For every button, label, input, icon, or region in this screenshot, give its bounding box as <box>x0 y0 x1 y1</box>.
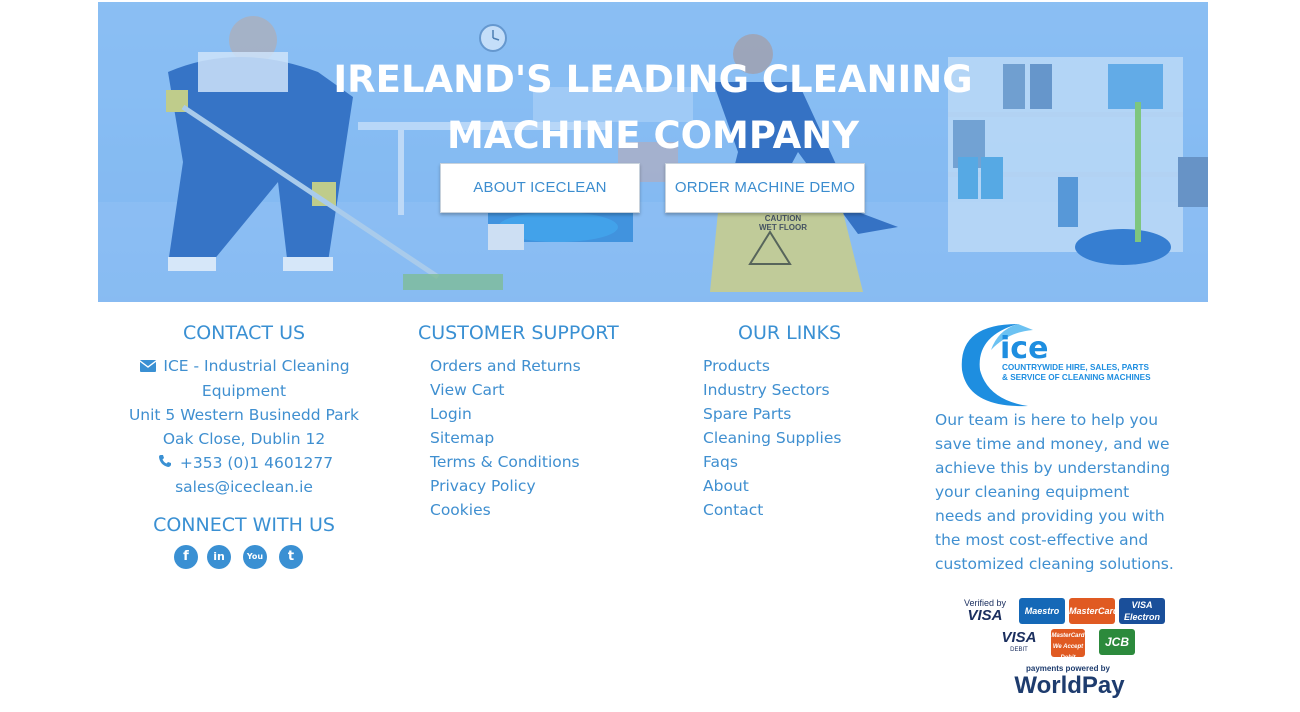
link-view-cart[interactable]: View Cart <box>430 378 650 402</box>
address-line1: Unit 5 Western Businedd Park <box>128 405 360 424</box>
link-faqs[interactable]: Faqs <box>703 450 903 474</box>
ice-logo[interactable]: ice COUNTRYWIDE HIRE, SALES, PARTS & SER… <box>958 320 1173 410</box>
hero-banner: CAUTION WET FLOOR IRELAND'S LEADING CLEA… <box>98 2 1208 302</box>
contact-info: ICE - Industrial Cleaning Equipment Unit… <box>118 354 370 499</box>
we-accept-debit-label: We Accept Debit <box>1052 644 1084 661</box>
our-links-heading: OUR LINKS <box>738 322 842 344</box>
contact-us-heading: CONTACT US <box>182 322 306 344</box>
address-line2: Oak Close, Dublin 12 <box>162 429 326 448</box>
about-iceclean-button[interactable]: ABOUT ICECLEAN <box>440 163 640 213</box>
link-products[interactable]: Products <box>703 354 903 378</box>
linkedin-icon[interactable]: in <box>207 545 231 569</box>
visa-electron-label-2: Electron <box>1123 612 1160 622</box>
envelope-icon <box>138 355 158 379</box>
mastercard-debit-label: MasterCard <box>1051 633 1085 639</box>
mastercard-debit-card: MasterCard We Accept Debit <box>1051 629 1085 661</box>
youtube-icon[interactable]: You <box>243 545 267 569</box>
hero-title: IRELAND'S LEADING CLEANING MACHINE COMPA… <box>98 52 1208 164</box>
order-machine-demo-button[interactable]: ORDER MACHINE DEMO <box>665 163 865 213</box>
link-sitemap[interactable]: Sitemap <box>430 426 650 450</box>
link-cleaning-supplies[interactable]: Cleaning Supplies <box>703 426 903 450</box>
facebook-icon[interactable]: f <box>174 545 198 569</box>
link-contact[interactable]: Contact <box>703 498 903 522</box>
visa-electron-label: VISA <box>1131 600 1153 610</box>
connect-with-us-heading: CONNECT WITH US <box>153 514 335 536</box>
visa-debit-logo: VISA <box>1001 629 1037 646</box>
social-links: f in You t <box>174 545 314 573</box>
twitter-icon[interactable]: t <box>279 545 303 569</box>
customer-support-links: Orders and Returns View Cart Login Sitem… <box>430 354 650 522</box>
email-link[interactable]: sales@iceclean.ie <box>118 475 370 499</box>
company-name-line2: Equipment <box>201 381 287 400</box>
hero-title-line2: MACHINE COMPANY <box>446 114 859 157</box>
link-login[interactable]: Login <box>430 402 650 426</box>
customer-support-heading: CUSTOMER SUPPORT <box>418 322 619 344</box>
link-industry-sectors[interactable]: Industry Sectors <box>703 378 903 402</box>
phone-number: +353 (0)1 4601277 <box>179 453 334 472</box>
link-about[interactable]: About <box>703 474 903 498</box>
phone-icon <box>155 451 175 475</box>
logo-tagline-2: & SERVICE OF CLEANING MACHINES <box>1002 373 1151 382</box>
payment-methods: Verified by VISA Maestro MasterCard VISA… <box>955 596 1167 708</box>
link-terms-conditions[interactable]: Terms & Conditions <box>430 450 650 474</box>
maestro-card: Maestro <box>1019 598 1065 624</box>
about-team-text: Our team is here to help you save time a… <box>935 411 1174 573</box>
mastercard-card: MasterCard <box>1069 598 1119 624</box>
hero-title-line1: IRELAND'S LEADING CLEANING <box>333 58 973 101</box>
company-name: ICE - Industrial Cleaning <box>163 357 350 375</box>
logo-tagline-1: COUNTRYWIDE HIRE, SALES, PARTS <box>1002 363 1149 372</box>
link-privacy-policy[interactable]: Privacy Policy <box>430 474 650 498</box>
visa-debit-label: DEBIT <box>1010 647 1028 653</box>
our-links: Products Industry Sectors Spare Parts Cl… <box>703 354 903 522</box>
visa-electron-card: VISA Electron <box>1119 598 1165 624</box>
worldpay-logo: WorldPay <box>1014 672 1125 699</box>
link-orders-returns[interactable]: Orders and Returns <box>430 354 650 378</box>
verified-by-visa-logo: VISA <box>967 607 1003 624</box>
link-spare-parts[interactable]: Spare Parts <box>703 402 903 426</box>
jcb-card: JCB <box>1099 629 1135 655</box>
logo-text: ice <box>1000 331 1048 366</box>
link-cookies[interactable]: Cookies <box>430 498 650 522</box>
